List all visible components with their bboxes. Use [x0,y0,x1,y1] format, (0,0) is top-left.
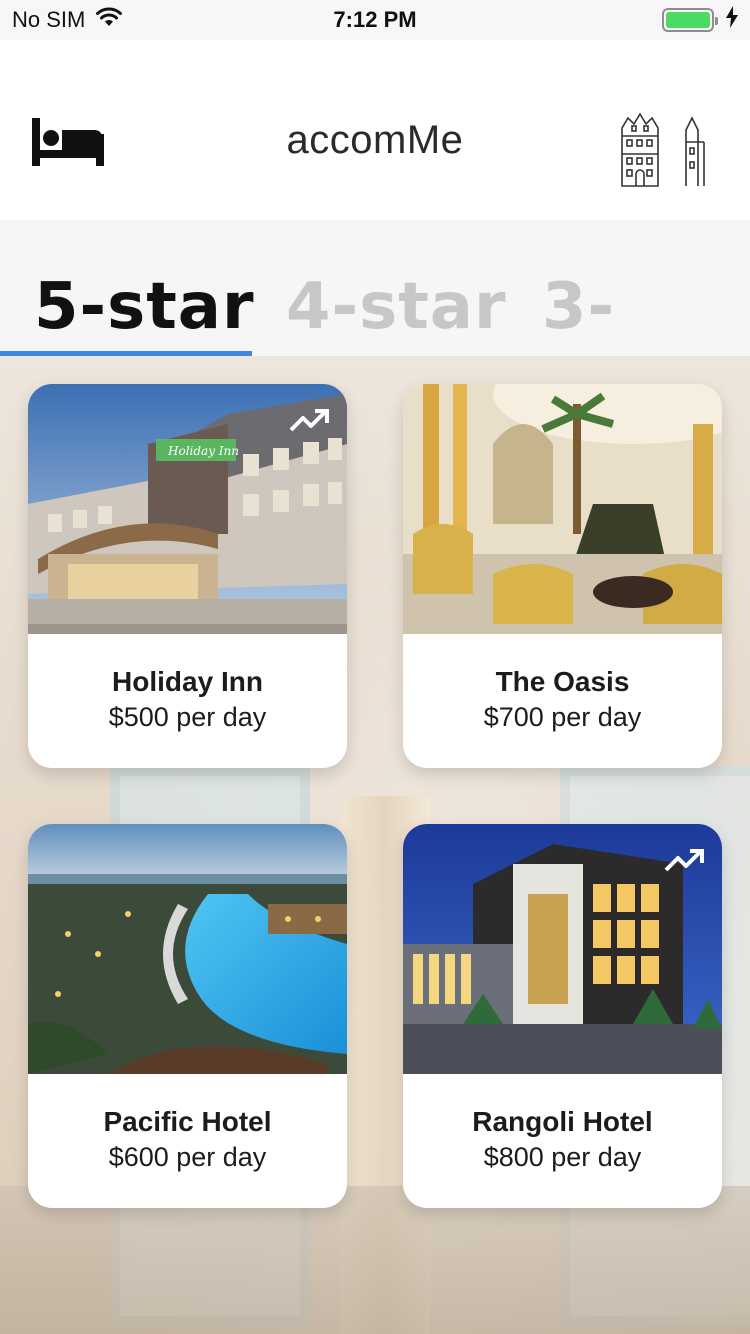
trending-icon [664,848,704,874]
app-header: accomMe [0,40,750,220]
hotel-card-holiday-inn[interactable]: Holiday Inn Holiday Inn $500 per day [28,384,347,768]
hotel-price: $500 per day [108,702,267,732]
hotel-name: Holiday Inn [112,666,263,697]
hotel-price: $800 per day [483,1142,642,1172]
charging-icon [726,6,738,34]
hotel-card-pacific-hotel[interactable]: Pacific Hotel $600 per day [28,824,347,1208]
battery-icon [662,8,718,32]
status-right [662,6,738,34]
carrier-label: No SIM [12,7,86,32]
tab-5-star[interactable]: 5-star [34,270,255,344]
hotel-photo: Holiday Inn [28,384,347,634]
hotel-photo [403,384,722,634]
hotel-photo [403,824,722,1074]
hotel-name: Pacific Hotel [103,1106,272,1137]
building-icon[interactable] [616,110,706,195]
background-floor [0,1186,750,1334]
trending-icon [289,408,329,434]
hotel-card-rangoli-hotel[interactable]: Rangoli Hotel $800 per day [403,824,722,1208]
hotel-card-the-oasis[interactable]: The Oasis $700 per day [403,384,722,768]
status-bar: No SIM 7:12 PM [0,0,750,40]
status-left: No SIM [12,6,123,34]
tab-4-star[interactable]: 4-star [286,270,507,344]
hotel-name: The Oasis [495,666,630,697]
holiday-inn-sign-text: Holiday Inn [167,444,239,458]
wifi-icon [95,6,123,34]
star-tabs: 5-star 4-star 3-star [0,220,750,418]
hotel-photo [28,824,347,1074]
hotel-price: $600 per day [108,1142,267,1172]
hotel-price: $700 per day [483,702,642,732]
battery-level [666,12,710,28]
hotel-name: Rangoli Hotel [472,1106,653,1137]
